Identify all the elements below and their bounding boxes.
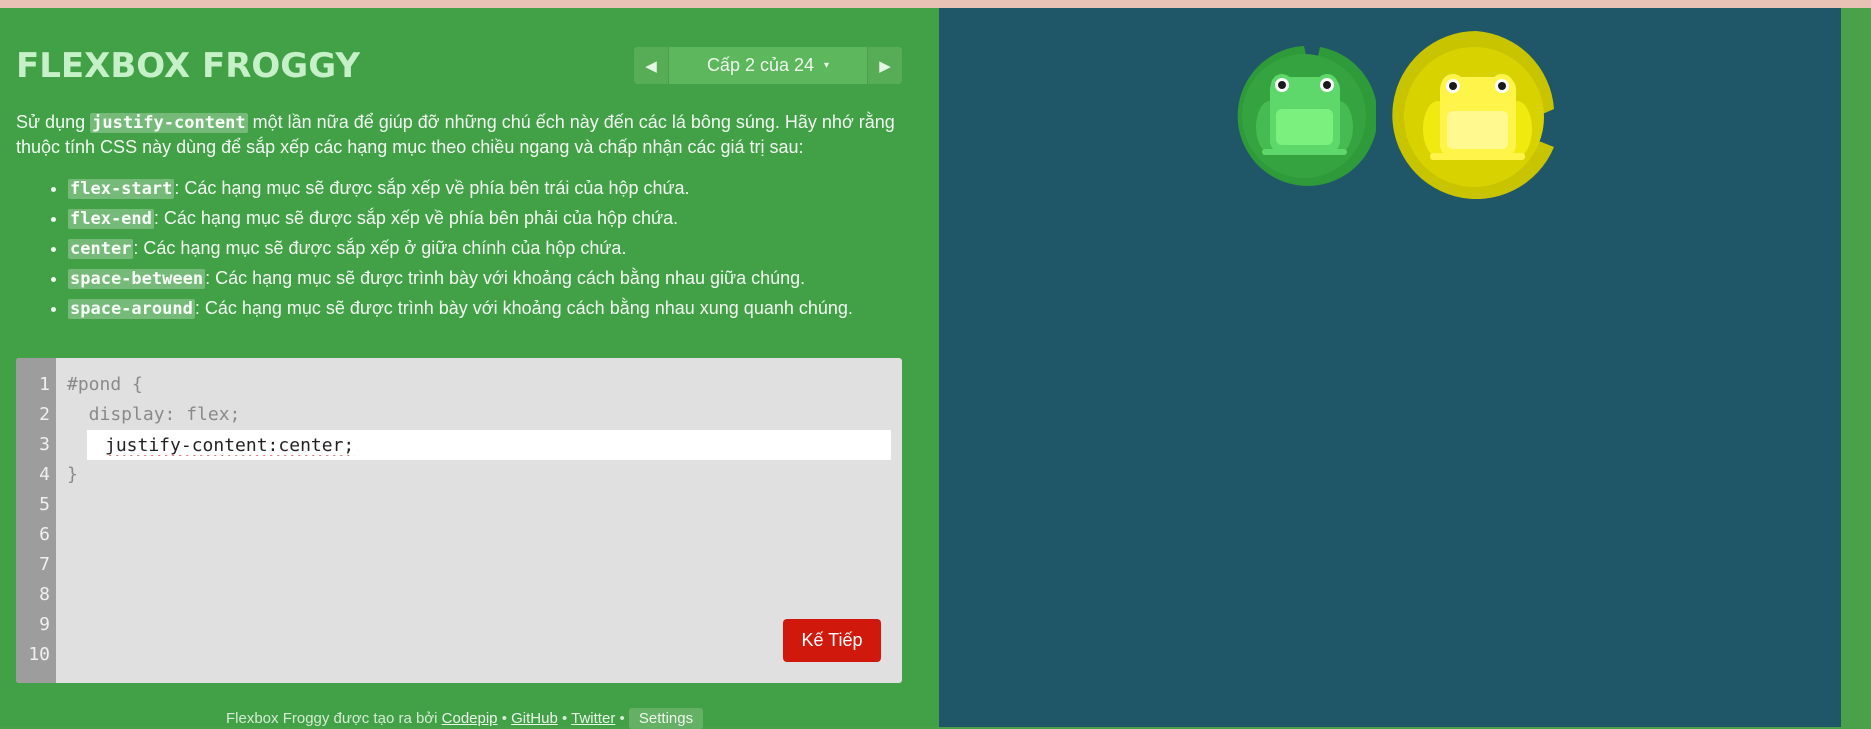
dropdown-caret-icon: ▾ (824, 60, 830, 71)
value-description: : Các hạng mục sẽ được sắp xếp về phía b… (174, 178, 690, 198)
intro-before: Sử dụng (16, 112, 91, 132)
css-editor: 1 2 3 4 5 6 7 8 9 10 #pond { display: fl… (16, 358, 902, 683)
list-item: flex-start: Các hạng mục sẽ được sắp xếp… (68, 174, 918, 204)
green-frog-icon (1256, 74, 1353, 155)
level-selector[interactable]: Cấp 2 của 24 ▾ (668, 47, 868, 84)
code-input-row (87, 430, 891, 460)
list-item: space-around: Các hạng mục sẽ được trình… (68, 294, 918, 324)
code-line-display: display: flex; (67, 404, 241, 425)
app-title: FLEXBOX FROGGY (16, 46, 360, 86)
line-number: 9 (39, 614, 50, 635)
code-keyword: space-between (68, 269, 206, 289)
list-item: space-between: Các hạng mục sẽ được trìn… (68, 264, 918, 294)
triangle-left-icon: ◀ (645, 57, 657, 75)
line-number: 5 (39, 494, 50, 515)
value-description: : Các hạng mục sẽ được sắp xếp ở giữa ch… (133, 238, 627, 258)
line-number: 10 (28, 644, 50, 665)
next-level-button[interactable]: ▶ (868, 47, 902, 84)
code-keyword: space-around (68, 299, 195, 319)
line-number: 8 (39, 584, 50, 605)
line-number: 7 (39, 554, 50, 575)
github-link[interactable]: GitHub (511, 710, 558, 727)
list-item: center: Các hạng mục sẽ được sắp xếp ở g… (68, 234, 918, 264)
triangle-right-icon: ▶ (879, 57, 891, 75)
yellow-frog-icon (1423, 74, 1532, 160)
code-keyword: justify-content (90, 113, 248, 133)
top-border-strip (0, 0, 1871, 8)
footer-separator: • (557, 710, 572, 727)
value-description: : Các hạng mục sẽ được trình bày với kho… (205, 268, 806, 288)
line-number: 1 (39, 374, 50, 395)
level-navigator: ◀ Cấp 2 của 24 ▾ ▶ (634, 47, 902, 84)
code-keyword: flex-end (68, 209, 154, 229)
css-code-input[interactable] (105, 430, 885, 460)
values-list: flex-start: Các hạng mục sẽ được sắp xếp… (48, 174, 918, 324)
twitter-link[interactable]: Twitter (571, 710, 615, 727)
previous-level-button[interactable]: ◀ (634, 47, 668, 84)
footer-separator: • (497, 710, 512, 727)
footer-credit-text: Flexbox Froggy được tạo ra bởi (226, 710, 442, 727)
value-description: : Các hạng mục sẽ được trình bày với kho… (194, 298, 853, 318)
line-number: 2 (39, 404, 50, 425)
value-description: : Các hạng mục sẽ được sắp xếp về phía b… (153, 208, 679, 228)
footer-separator: • (615, 710, 629, 727)
list-item: flex-end: Các hạng mục sẽ được sắp xếp v… (68, 204, 918, 234)
level-label: Cấp 2 của 24 (706, 55, 815, 75)
line-number: 4 (39, 464, 50, 485)
line-number: 6 (39, 524, 50, 545)
footer: Flexbox Froggy được tạo ra bởi Codepip •… (226, 708, 704, 729)
next-level-submit-button[interactable]: Kế Tiếp (783, 619, 881, 662)
settings-button[interactable]: Settings (628, 708, 704, 729)
code-line-selector: #pond { (67, 374, 143, 395)
code-keyword: flex-start (68, 179, 175, 199)
line-number-gutter: 1 2 3 4 5 6 7 8 9 10 (16, 358, 56, 683)
codepip-link[interactable]: Codepip (442, 710, 498, 727)
right-edge-strip (1841, 8, 1871, 727)
line-number: 3 (39, 434, 50, 455)
instructions-text: Sử dụng justify-content một lần nữa để g… (16, 110, 896, 159)
code-keyword: center (68, 239, 134, 259)
code-line-closing-brace: } (67, 464, 78, 485)
